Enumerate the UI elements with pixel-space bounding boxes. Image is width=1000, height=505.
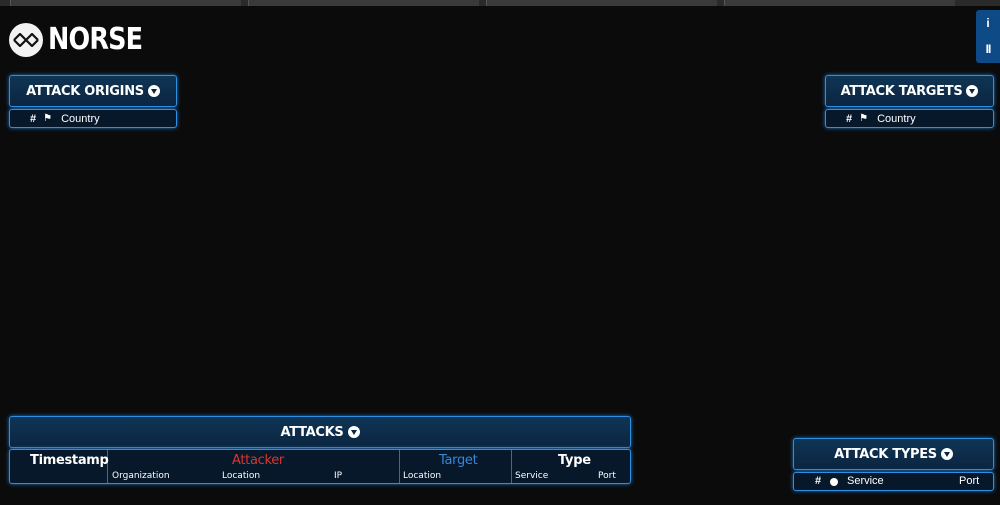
pause-button[interactable]: II: [976, 36, 1000, 62]
browser-tab[interactable]: [724, 0, 955, 6]
col-type: Type: [558, 453, 591, 468]
chevron-down-icon: [940, 448, 953, 460]
brand-wordmark: NORSE: [48, 22, 143, 57]
flag-icon: ⚑: [43, 113, 53, 124]
browser-tab[interactable]: [248, 0, 479, 6]
subcol-port: Port: [598, 471, 616, 481]
attack-targets-header[interactable]: ATTACK TARGETS: [825, 75, 994, 107]
attack-targets-title: ATTACK TARGETS: [840, 83, 963, 99]
subcol-attacker-location: Location: [222, 471, 261, 481]
col-rank: #: [815, 475, 822, 487]
flag-icon: ⚑: [859, 113, 869, 124]
norse-logo-icon: [9, 22, 43, 57]
browser-tab[interactable]: [486, 0, 717, 6]
col-country: Country: [877, 112, 916, 125]
attack-types-header[interactable]: ATTACK TYPES: [793, 438, 994, 470]
norse-attack-map: NORSE i II ATTACK ORIGINS # ⚑ Country AT…: [0, 0, 1000, 505]
col-timestamp: Timestamp: [30, 453, 109, 468]
subcol-service: Service: [515, 471, 549, 481]
col-port: Port: [959, 475, 980, 487]
norse-logo: NORSE: [9, 22, 159, 57]
attacks-table-header: Timestamp Attacker Target Type Organizat…: [9, 449, 631, 484]
column-divider: [399, 450, 400, 483]
col-service: Service: [847, 475, 884, 487]
attack-targets-columns: # ⚑ Country: [825, 109, 994, 128]
attack-origins-columns: # ⚑ Country: [9, 109, 177, 128]
chevron-down-icon: [147, 85, 160, 97]
subcol-organization: Organization: [112, 471, 170, 481]
attacks-header[interactable]: ATTACKS: [9, 416, 631, 448]
subcol-target-location: Location: [403, 471, 442, 481]
info-button[interactable]: i: [976, 10, 1000, 36]
col-target: Target: [439, 453, 478, 468]
attacks-title: ATTACKS: [280, 424, 344, 440]
attack-origins-title: ATTACK ORIGINS: [26, 83, 144, 99]
side-controls: i II: [976, 10, 1000, 63]
browser-tab-strip: [0, 0, 1000, 6]
col-country: Country: [61, 112, 100, 125]
chevron-down-icon: [966, 85, 979, 97]
attack-types-columns: # Service Port: [793, 472, 994, 491]
dot-icon: [830, 478, 838, 486]
browser-tab[interactable]: [10, 0, 241, 6]
col-attacker: Attacker: [232, 453, 284, 468]
attack-types-title: ATTACK TYPES: [834, 446, 937, 462]
col-rank: #: [846, 112, 853, 125]
column-divider: [511, 450, 512, 483]
subcol-ip: IP: [334, 471, 343, 481]
attack-origins-header[interactable]: ATTACK ORIGINS: [9, 75, 177, 107]
col-rank: #: [30, 112, 37, 125]
chevron-down-icon: [347, 426, 360, 438]
